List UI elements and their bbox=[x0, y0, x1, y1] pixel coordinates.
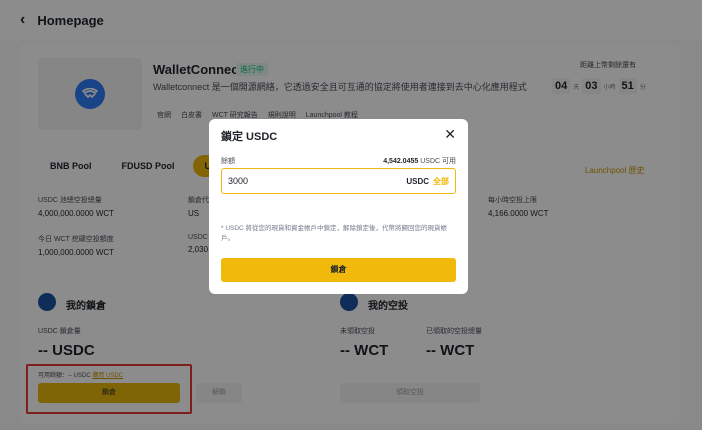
amount-label: 餘額 bbox=[221, 158, 235, 165]
max-button[interactable]: 全部 bbox=[433, 176, 449, 187]
lock-note: * USDC 將從您的現貨和資金帳戶中鎖定，解除鎖定後，代幣將歸回您的現貨帳戶。 bbox=[221, 225, 448, 242]
modal-title: 鎖定 USDC bbox=[221, 131, 278, 143]
available-value: 4,542.0455 bbox=[383, 158, 419, 165]
amount-input-value[interactable]: 3000 bbox=[228, 176, 406, 186]
available-suffix: USDC 可用 bbox=[420, 158, 456, 165]
close-icon[interactable]: ✕ bbox=[444, 126, 456, 143]
confirm-lock-button[interactable]: 鎖倉 bbox=[221, 258, 456, 282]
amount-input[interactable]: 3000 USDC 全部 bbox=[221, 168, 456, 194]
available-amount: 4,542.0455 USDC 可用 bbox=[383, 156, 456, 166]
lock-usdc-modal: 鎖定 USDC ✕ 餘額 4,542.0455 USDC 可用 3000 USD… bbox=[209, 119, 468, 294]
amount-unit: USDC bbox=[406, 176, 429, 186]
